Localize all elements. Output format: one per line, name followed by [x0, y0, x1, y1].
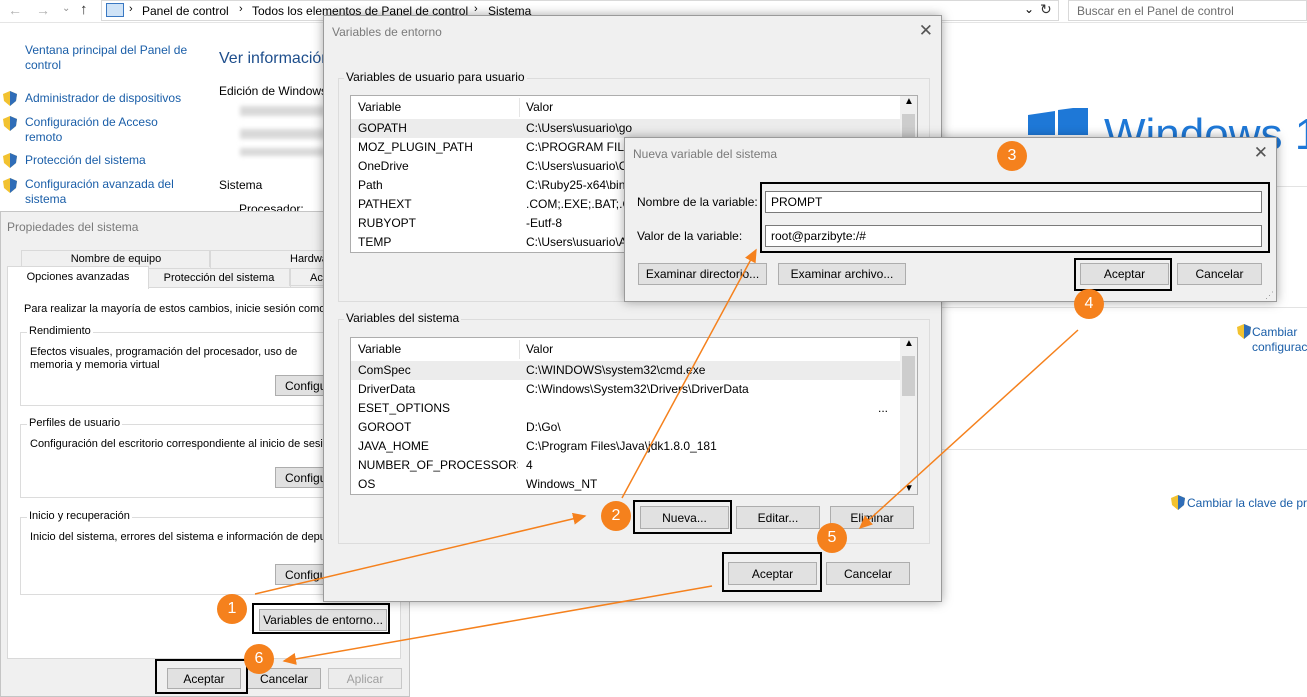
arrow-step-5-to-6: [282, 585, 713, 665]
tab-label: Opciones avanzadas: [26, 271, 130, 283]
step-badge: 2: [601, 501, 631, 531]
annotation-arrows: [254, 248, 1079, 665]
arrow-step-4-to-5: [858, 329, 1079, 530]
step-badge: 4: [1074, 289, 1104, 319]
arrow-step-2-to-3: [621, 248, 757, 499]
tab-advanced-options[interactable]: Opciones avanzadas: [7, 266, 149, 289]
step-badge: 6: [244, 644, 274, 674]
step-badge: 3: [997, 141, 1027, 171]
arrow-step-1-to-2: [254, 512, 587, 595]
step-badge: 5: [817, 523, 847, 553]
step-badge: 1: [217, 594, 247, 624]
